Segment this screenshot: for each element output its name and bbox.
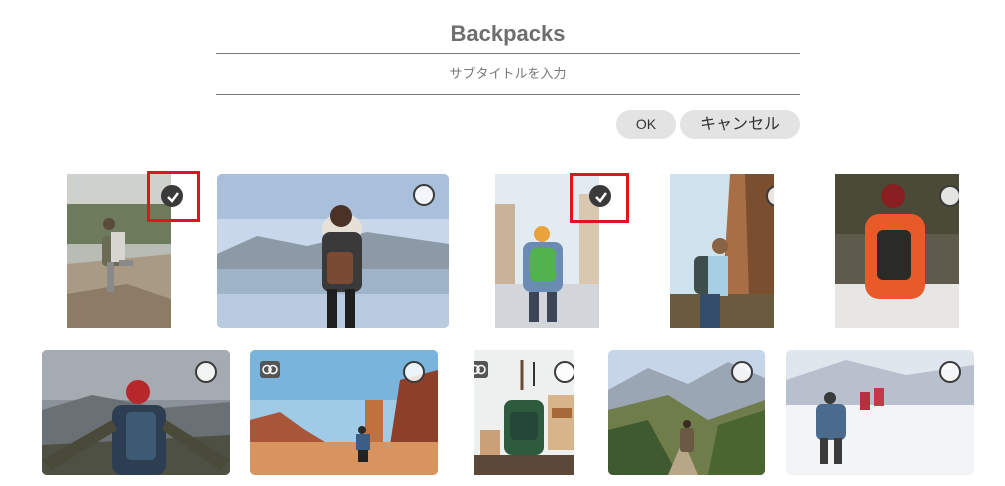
title-divider <box>216 53 800 54</box>
photo-thumbnail[interactable] <box>608 350 765 475</box>
double-ring-icon <box>474 364 486 375</box>
photo-thumbnail[interactable] <box>474 350 574 475</box>
double-ring-icon <box>262 364 278 375</box>
ok-button[interactable]: OK <box>616 110 676 139</box>
link-badge-icon <box>260 361 280 378</box>
photo-thumbnail[interactable] <box>835 174 959 328</box>
unchecked-circle-icon[interactable] <box>731 361 753 383</box>
photo-selection-page: Backpacks サブタイトルを入力 OK キャンセル <box>0 0 1005 486</box>
photo-thumbnail[interactable] <box>250 350 438 475</box>
unchecked-circle-icon[interactable] <box>939 361 961 383</box>
photo-thumbnail[interactable] <box>670 174 774 328</box>
unchecked-circle-icon[interactable] <box>403 361 425 383</box>
cancel-button[interactable]: キャンセル <box>680 110 800 139</box>
link-badge-icon <box>474 361 488 378</box>
photo-thumbnail[interactable] <box>217 174 449 328</box>
unchecked-circle-icon[interactable] <box>939 185 959 207</box>
photo-thumbnail[interactable] <box>42 350 230 475</box>
selection-highlight-box <box>147 171 200 222</box>
unchecked-circle-icon[interactable] <box>195 361 217 383</box>
unchecked-circle-icon[interactable] <box>413 184 435 206</box>
subtitle-input[interactable]: サブタイトルを入力 <box>216 62 800 86</box>
album-title-field[interactable]: Backpacks <box>216 18 800 52</box>
unchecked-circle-icon[interactable] <box>554 361 574 383</box>
photo-thumbnail[interactable] <box>786 350 974 475</box>
selection-highlight-box <box>570 173 629 223</box>
man-rock-cliff-photo <box>670 174 774 328</box>
subtitle-divider <box>216 94 800 95</box>
